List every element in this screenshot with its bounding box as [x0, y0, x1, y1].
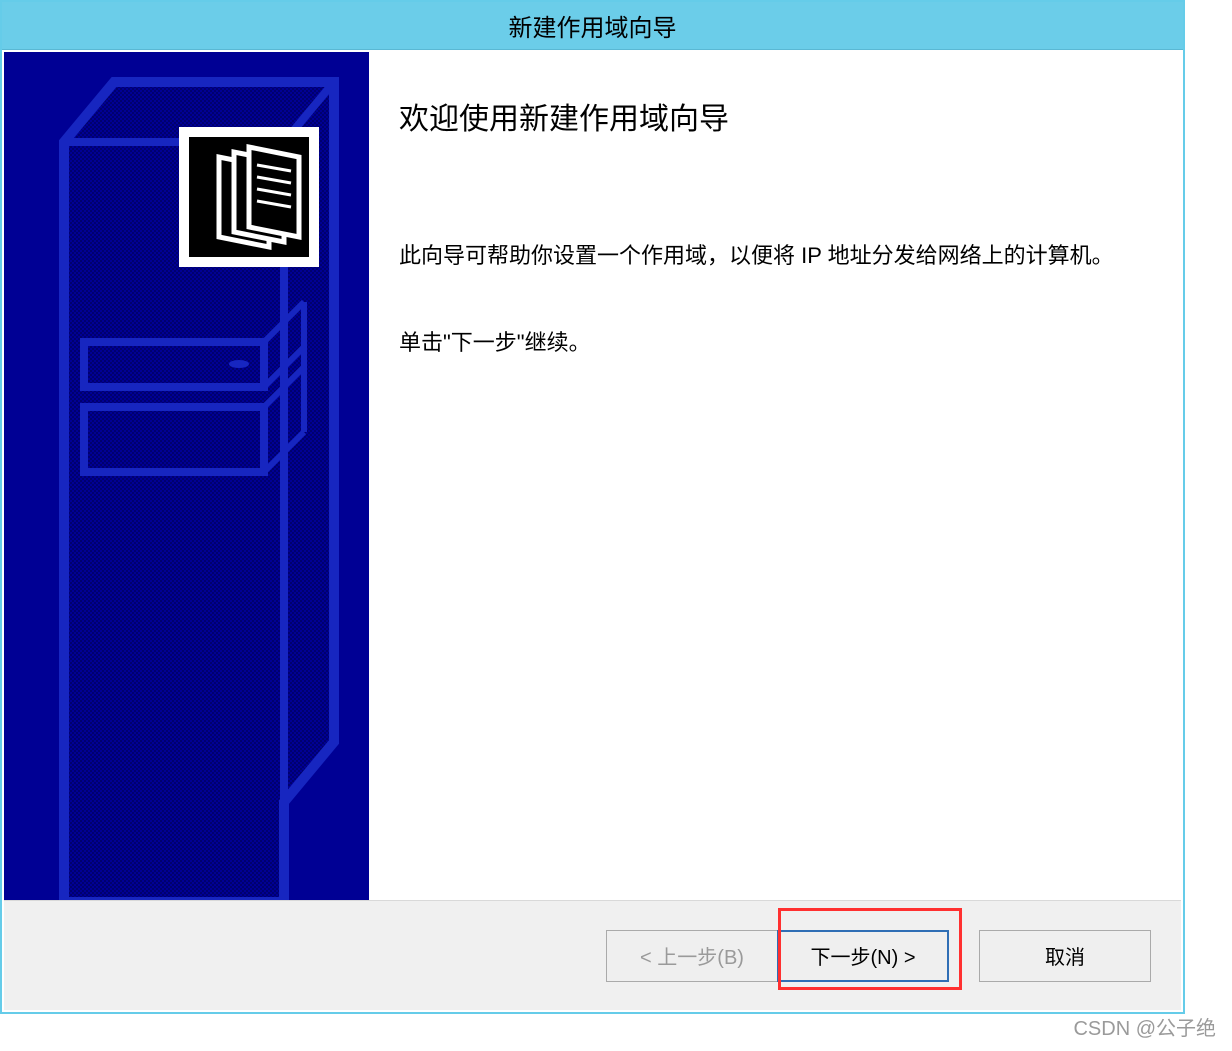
back-button[interactable]: < 上一步(B)	[606, 930, 778, 982]
wizard-heading: 欢迎使用新建作用域向导	[399, 94, 1143, 138]
nav-button-group: < 上一步(B) 下一步(N) >	[606, 930, 949, 982]
window-title: 新建作用域向导	[509, 8, 677, 43]
cancel-button[interactable]: 取消	[979, 930, 1151, 982]
wizard-sidebar-graphic	[4, 52, 369, 900]
wizard-description: 此向导可帮助你设置一个作用域，以便将 IP 地址分发给网络上的计算机。	[399, 238, 1143, 273]
server-graphic-icon	[4, 52, 369, 900]
wizard-content: 欢迎使用新建作用域向导 此向导可帮助你设置一个作用域，以便将 IP 地址分发给网…	[369, 52, 1181, 900]
wizard-window: 新建作用域向导	[0, 0, 1185, 1014]
title-bar: 新建作用域向导	[2, 2, 1183, 50]
wizard-instruction: 单击"下一步"继续。	[399, 325, 1143, 360]
wizard-footer: < 上一步(B) 下一步(N) > 取消	[4, 900, 1181, 1010]
next-button[interactable]: 下一步(N) >	[777, 930, 949, 982]
watermark-text: CSDN @公子绝	[1073, 1012, 1216, 1041]
wizard-body: 欢迎使用新建作用域向导 此向导可帮助你设置一个作用域，以便将 IP 地址分发给网…	[4, 52, 1181, 900]
